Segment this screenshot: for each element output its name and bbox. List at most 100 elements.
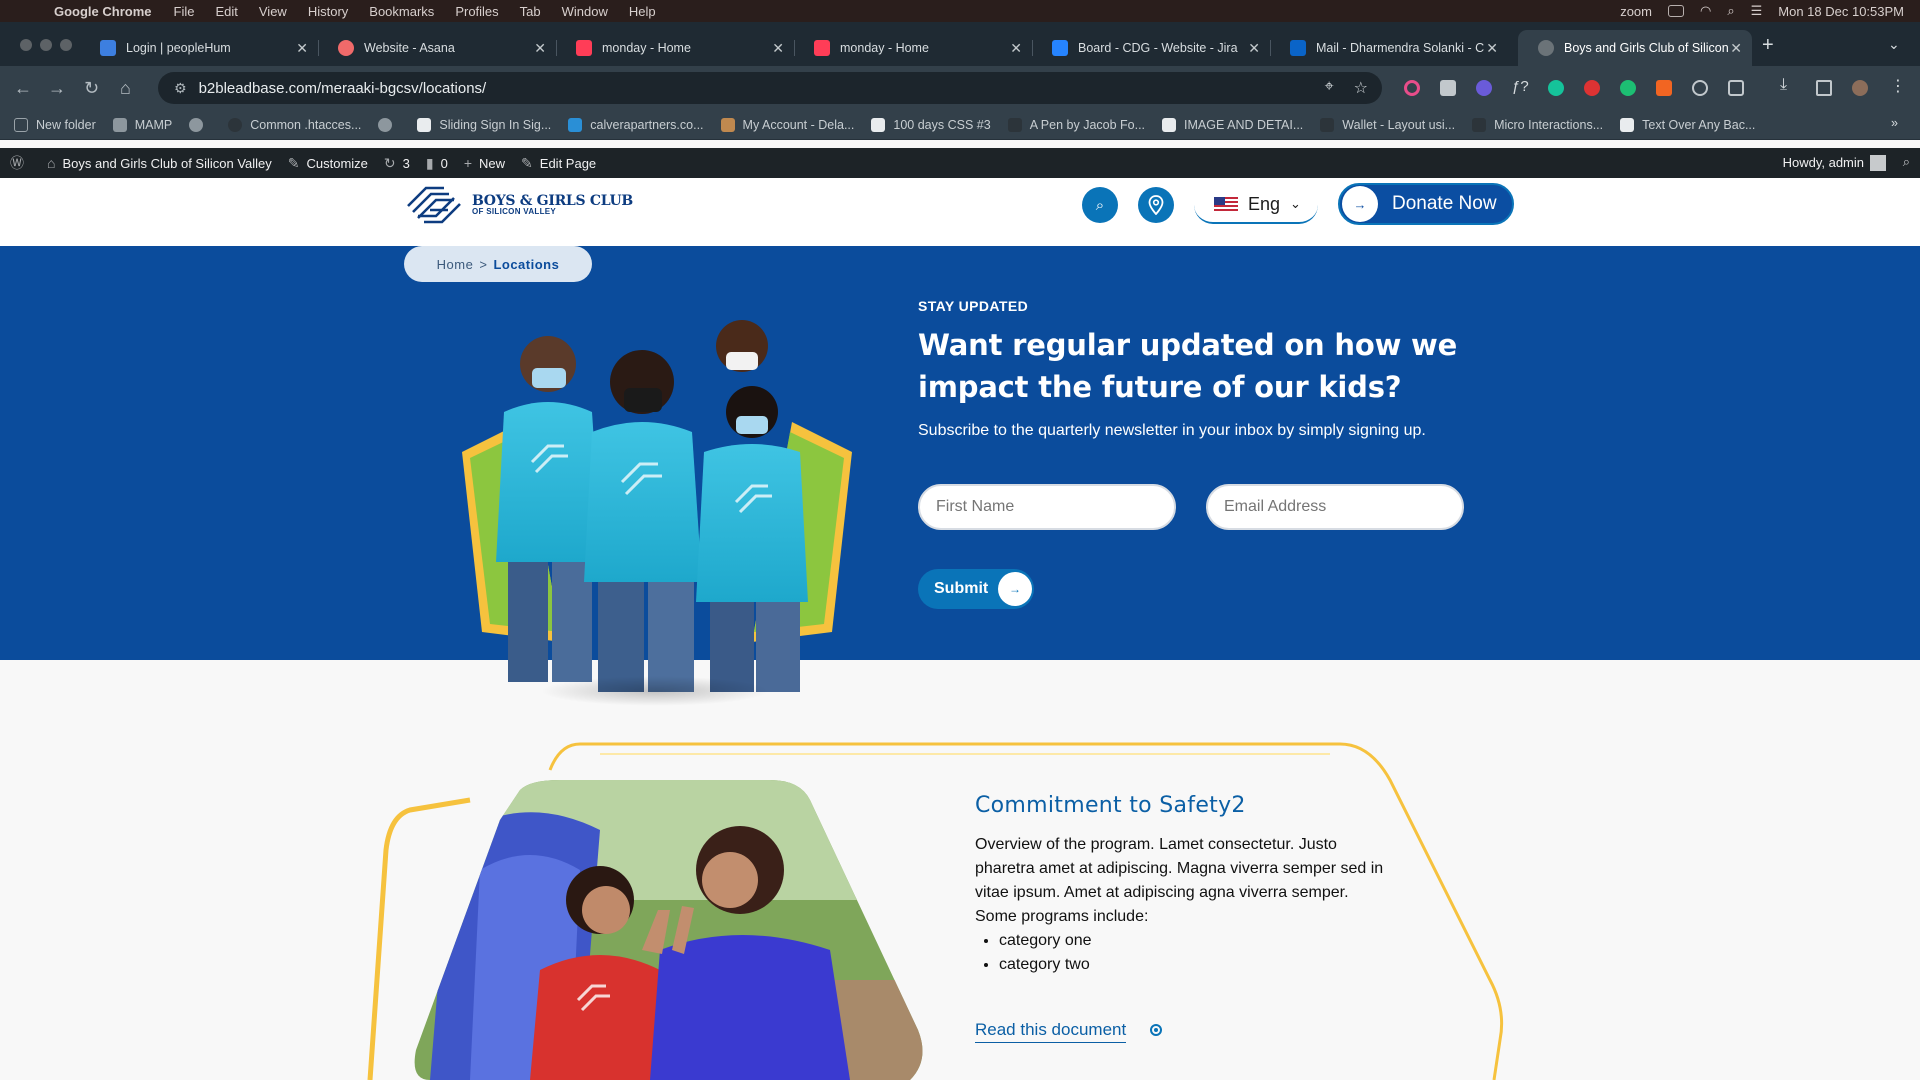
bookmark-text-over-any-bac[interactable]: Text Over Any Bac... bbox=[1620, 117, 1755, 132]
tab-peoplehum[interactable]: Login | peopleHum ✕ bbox=[80, 30, 318, 66]
menubar-app-name[interactable]: Google Chrome bbox=[54, 4, 152, 19]
address-bar[interactable]: ⚙ b2bleadbase.com/meraaki-bgcsv/location… bbox=[158, 72, 1382, 104]
profile-avatar[interactable] bbox=[1852, 80, 1868, 96]
font-extension-icon[interactable]: ƒ? bbox=[1512, 78, 1529, 95]
wp-new[interactable]: + New bbox=[464, 155, 505, 171]
grammarly-icon[interactable] bbox=[1548, 80, 1564, 96]
wp-customize[interactable]: ✎ Customize bbox=[288, 155, 368, 172]
read-document-link[interactable]: Read this document bbox=[975, 1020, 1127, 1043]
close-tab-icon[interactable]: ✕ bbox=[1010, 40, 1022, 57]
menu-profiles[interactable]: Profiles bbox=[455, 4, 498, 19]
reload-icon[interactable]: ↻ bbox=[84, 78, 99, 99]
bookmark-globe-2[interactable] bbox=[378, 117, 400, 132]
submit-button[interactable]: Submit → bbox=[918, 569, 1034, 609]
header-search-button[interactable]: ⌕ bbox=[1082, 187, 1118, 223]
bookmark-micro-interactions[interactable]: Micro Interactions... bbox=[1472, 117, 1603, 132]
tab-search-chevron-icon[interactable]: ⌄ bbox=[1888, 36, 1900, 53]
wp-updates[interactable]: ↻ 3 bbox=[384, 155, 410, 172]
control-center-icon[interactable]: ☰ bbox=[1751, 3, 1763, 19]
elephant-icon bbox=[112, 117, 127, 132]
chrome-menu-icon[interactable]: ⋮ bbox=[1890, 76, 1906, 95]
color-picker-extension-icon[interactable] bbox=[1404, 80, 1420, 96]
zoom-window-button[interactable] bbox=[60, 39, 72, 51]
wp-avatar[interactable] bbox=[1870, 155, 1886, 171]
breadcrumb-separator: > bbox=[479, 256, 488, 272]
bookmark-image-and-detail[interactable]: IMAGE AND DETAI... bbox=[1162, 117, 1303, 132]
menu-history[interactable]: History bbox=[308, 4, 348, 19]
battery-icon[interactable] bbox=[1667, 5, 1684, 17]
menubar-clock[interactable]: Mon 18 Dec 10:53PM bbox=[1778, 4, 1904, 19]
camera-extension-icon[interactable] bbox=[1440, 80, 1456, 96]
spotlight-icon[interactable]: ⌕ bbox=[1727, 3, 1734, 19]
newsletter-eyebrow: STAY UPDATED bbox=[918, 298, 1029, 314]
side-panel-icon[interactable] bbox=[1816, 80, 1832, 96]
site-logo[interactable]: BOYS & GIRLS CLUB OF SILICON VALLEY bbox=[404, 184, 633, 226]
puzzle-extensions-icon[interactable] bbox=[1728, 80, 1744, 96]
new-tab-plus-icon[interactable]: + bbox=[1762, 34, 1774, 57]
bookmark-mamp[interactable]: MAMP bbox=[112, 117, 172, 132]
site-header: BOYS & GIRLS CLUB OF SILICON VALLEY ⌕ En… bbox=[0, 178, 1920, 246]
wifi-icon[interactable]: ◠ bbox=[1700, 3, 1711, 19]
compass-extension-icon[interactable] bbox=[1692, 80, 1708, 96]
bookmark-sliding-sign-in[interactable]: Sliding Sign In Sig... bbox=[417, 117, 551, 132]
location-pin-icon[interactable]: ⌖ bbox=[1325, 78, 1334, 98]
wp-site-name[interactable]: ⌂ Boys and Girls Club of Silicon Valley bbox=[47, 155, 272, 171]
forward-arrow-icon[interactable]: → bbox=[48, 78, 66, 99]
bookmark-htaccess[interactable]: Common .htacces... bbox=[228, 117, 361, 132]
bookmark-100-days-css[interactable]: 100 days CSS #3 bbox=[871, 117, 991, 132]
lastpass-icon[interactable] bbox=[1584, 80, 1600, 96]
email-address-input[interactable] bbox=[1206, 484, 1464, 530]
wp-search-icon[interactable]: ⌕ bbox=[1903, 154, 1910, 170]
menu-tab[interactable]: Tab bbox=[520, 4, 541, 19]
tab-monday-2[interactable]: monday - Home ✕ bbox=[794, 30, 1032, 66]
more-bookmarks-chevron-icon[interactable]: » bbox=[1891, 116, 1898, 130]
tab-outlook[interactable]: Mail - Dharmendra Solanki - C ✕ bbox=[1270, 30, 1508, 66]
wp-howdy[interactable]: Howdy, admin bbox=[1783, 155, 1864, 170]
browser-tab-strip: Login | peopleHum ✕ Website - Asana ✕ mo… bbox=[0, 22, 1920, 66]
home-icon[interactable]: ⌂ bbox=[120, 78, 131, 99]
close-tab-icon[interactable]: ✕ bbox=[534, 40, 546, 57]
close-tab-icon[interactable]: ✕ bbox=[296, 40, 308, 57]
menu-edit[interactable]: Edit bbox=[215, 4, 237, 19]
monday-icon bbox=[576, 40, 592, 56]
bookmark-new-folder[interactable]: New folder bbox=[14, 117, 96, 132]
orange-extension-icon[interactable] bbox=[1656, 80, 1672, 96]
tab-asana[interactable]: Website - Asana ✕ bbox=[318, 30, 556, 66]
close-tab-icon[interactable]: ✕ bbox=[1248, 40, 1260, 57]
close-window-button[interactable] bbox=[20, 39, 32, 51]
header-location-button[interactable] bbox=[1138, 187, 1174, 223]
tab-monday-1[interactable]: monday - Home ✕ bbox=[556, 30, 794, 66]
back-arrow-icon[interactable]: ← bbox=[14, 78, 32, 99]
wp-comments[interactable]: ▮ 0 bbox=[426, 155, 448, 172]
donate-now-button[interactable]: → Donate Now bbox=[1338, 183, 1514, 225]
account-icon bbox=[720, 117, 735, 132]
close-tab-icon[interactable]: ✕ bbox=[772, 40, 784, 57]
close-tab-icon[interactable]: ✕ bbox=[1486, 40, 1498, 57]
first-name-input[interactable] bbox=[918, 484, 1176, 530]
bookmark-wallet-layout[interactable]: Wallet - Layout usi... bbox=[1320, 117, 1455, 132]
breadcrumb-home[interactable]: Home bbox=[437, 257, 474, 272]
url-text[interactable]: b2bleadbase.com/meraaki-bgcsv/locations/ bbox=[199, 80, 487, 97]
menu-window[interactable]: Window bbox=[562, 4, 608, 19]
bookmark-star-icon[interactable]: ☆ bbox=[1354, 78, 1368, 98]
menu-file[interactable]: File bbox=[174, 4, 195, 19]
zoom-status[interactable]: zoom bbox=[1620, 4, 1652, 19]
menu-help[interactable]: Help bbox=[629, 4, 656, 19]
close-tab-icon[interactable]: ✕ bbox=[1730, 40, 1742, 57]
language-selector[interactable]: Eng ⌄ bbox=[1194, 186, 1318, 224]
green-extension-icon[interactable] bbox=[1620, 80, 1636, 96]
wp-edit-page[interactable]: ✎ Edit Page bbox=[521, 155, 596, 172]
bookmark-pen-jacob[interactable]: A Pen by Jacob Fo... bbox=[1007, 117, 1145, 132]
tab-jira[interactable]: Board - CDG - Website - Jira ✕ bbox=[1032, 30, 1270, 66]
bookmark-my-account[interactable]: My Account - Dela... bbox=[720, 117, 854, 132]
bookmark-calvera[interactable]: calverapartners.co... bbox=[568, 117, 704, 132]
tab-bgcsv-active[interactable]: Boys and Girls Club of Silicon ✕ bbox=[1518, 30, 1752, 66]
wordpress-logo-icon[interactable]: Ⓦ bbox=[10, 153, 31, 173]
bookmark-globe[interactable] bbox=[189, 117, 211, 132]
site-info-icon[interactable]: ⚙ bbox=[174, 80, 187, 97]
download-icon[interactable]: ⤓ bbox=[1780, 76, 1796, 93]
menu-bookmarks[interactable]: Bookmarks bbox=[369, 4, 434, 19]
spark-extension-icon[interactable] bbox=[1476, 80, 1492, 96]
menu-view[interactable]: View bbox=[259, 4, 287, 19]
minimize-window-button[interactable] bbox=[40, 39, 52, 51]
